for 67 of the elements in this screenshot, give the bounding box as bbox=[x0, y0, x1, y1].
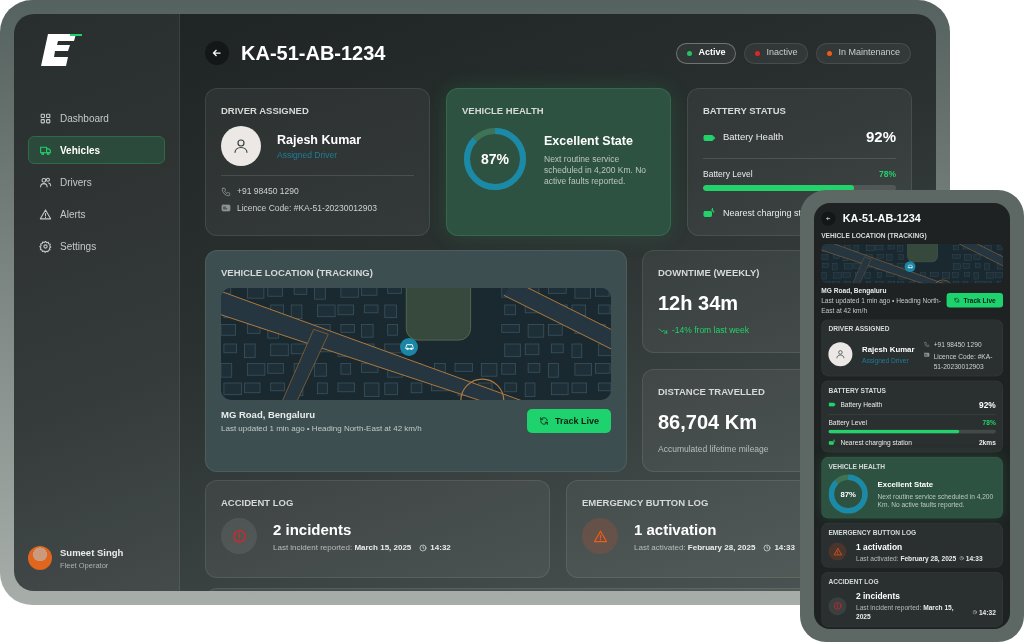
log-count: 2 incidents bbox=[273, 520, 353, 540]
status-filter[interactable]: In Maintenance bbox=[816, 42, 911, 64]
clock-icon bbox=[763, 543, 772, 552]
logo-icon bbox=[40, 32, 84, 68]
health-state: Excellent State bbox=[544, 132, 634, 150]
battery-health-value: 92% bbox=[865, 127, 896, 148]
downtime-value: 12h 34m bbox=[658, 291, 739, 317]
warning-icon bbox=[39, 207, 52, 221]
phone-number: +91 98450 1290 bbox=[237, 185, 299, 198]
trend-down-icon bbox=[658, 325, 668, 336]
distance-value: 86,704 Km bbox=[658, 410, 757, 436]
log-time: 14:32 bbox=[430, 541, 451, 554]
sidebar-item[interactable]: Alerts bbox=[28, 200, 165, 228]
health-note: Next routine service scheduled in 4,200 Km. No active faults reported. bbox=[544, 153, 648, 187]
arrow-left-icon bbox=[211, 47, 223, 59]
sidebar-item[interactable]: Vehicles bbox=[28, 136, 165, 164]
vehicle-title: KA-51-AB-1234 bbox=[842, 212, 921, 226]
warning-icon bbox=[592, 528, 608, 544]
card-heading: DRIVER ASSIGNED bbox=[221, 104, 309, 118]
sidebar-item[interactable]: Dashboard bbox=[28, 104, 165, 132]
status-filter[interactable]: Active bbox=[676, 42, 737, 64]
sidebar-item[interactable]: Drivers bbox=[28, 168, 165, 196]
last-updated: Last updated 1 min ago • Heading North-East at 42 km/h bbox=[221, 422, 422, 435]
licence-code: Licence Code: #KA-51-20230012903 bbox=[237, 202, 377, 215]
health-percent: 87% bbox=[480, 149, 510, 169]
charging-station-label: Nearest charging st bbox=[723, 206, 802, 220]
sidebar-item[interactable]: Settings bbox=[28, 232, 165, 260]
id-card-icon bbox=[221, 203, 231, 214]
alert-circle-icon bbox=[231, 528, 247, 544]
card-heading: ACCIDENT LOG bbox=[221, 496, 294, 510]
card-heading: EMERGENCY BUTTON LOG bbox=[582, 496, 709, 510]
user-name: Sumeet Singh bbox=[60, 545, 124, 560]
card-heading: DISTANCE TRAVELLED bbox=[658, 385, 765, 399]
user-avatar bbox=[28, 546, 52, 571]
car-icon bbox=[403, 341, 415, 352]
driver-name: Rajesh Kumar bbox=[277, 131, 362, 149]
battery-health-value: 92% bbox=[979, 398, 996, 411]
back-button[interactable] bbox=[205, 41, 229, 65]
log-detail: Last activated: February 28, 2025 bbox=[634, 541, 756, 554]
log-count: 2 incidents bbox=[856, 589, 901, 603]
distance-note: Accumulated lifetime mileage bbox=[658, 443, 769, 456]
card-heading: VEHICLE LOCATION (TRACKING) bbox=[221, 266, 373, 280]
card-heading: BATTERY STATUS bbox=[703, 104, 786, 118]
card-heading: DOWNTIME (WEEKLY) bbox=[658, 266, 760, 280]
battery-health-label: Battery Health bbox=[723, 130, 784, 145]
battery-level-label: Battery Level bbox=[703, 167, 753, 181]
refresh-icon bbox=[538, 416, 549, 427]
log-count: 1 activation bbox=[634, 520, 718, 540]
track-live-button[interactable]: Track Live bbox=[526, 409, 611, 434]
log-time: 14:33 bbox=[774, 541, 795, 554]
card-heading: VEHICLE HEALTH bbox=[462, 104, 544, 118]
users-icon bbox=[39, 175, 52, 189]
phone-icon bbox=[221, 186, 231, 197]
clock-icon bbox=[419, 543, 428, 552]
log-detail: Last incident reported: March 15, 2025 bbox=[273, 541, 412, 554]
back-button[interactable] bbox=[821, 211, 836, 226]
battery-level-value: 78% bbox=[879, 167, 896, 181]
downtime-trend: -14% from last week bbox=[672, 324, 749, 337]
vehicle-title: KA-51-AB-1234 bbox=[241, 41, 386, 65]
status-filter[interactable]: Inactive bbox=[744, 42, 809, 64]
settings-icon bbox=[39, 239, 52, 253]
driver-role: Assigned Driver bbox=[277, 149, 338, 162]
log-count: 1 activation bbox=[856, 540, 904, 554]
grid-icon bbox=[39, 111, 52, 125]
place-name: MG Road, Bengaluru bbox=[221, 408, 316, 423]
charger-icon bbox=[703, 207, 715, 220]
person-icon bbox=[232, 137, 250, 156]
